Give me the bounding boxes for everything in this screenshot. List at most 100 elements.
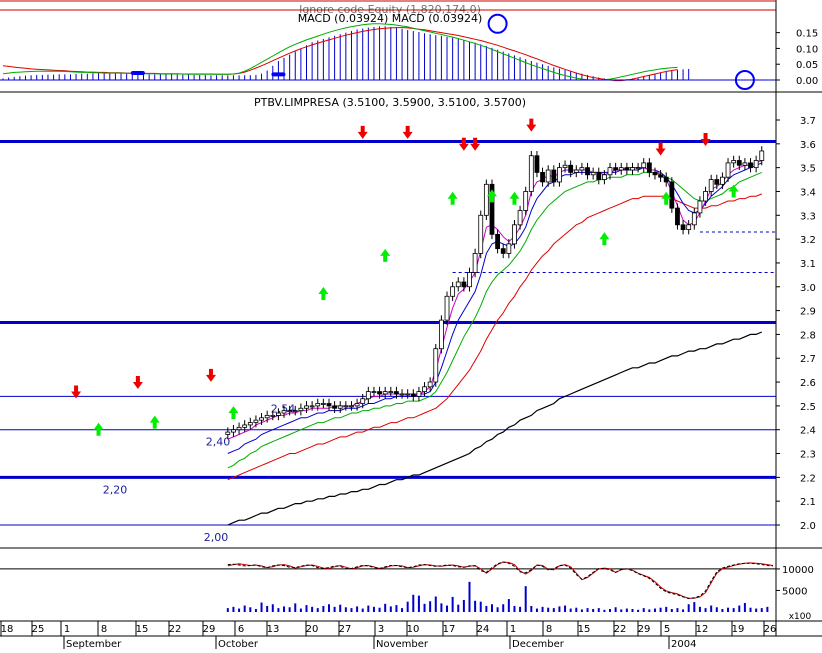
candle-body <box>337 405 343 409</box>
candle-body <box>534 155 540 173</box>
candle-body <box>736 160 742 166</box>
x-axis-day-label: 13 <box>267 624 280 635</box>
candle-body <box>304 405 309 409</box>
ma-long-line <box>227 331 763 526</box>
price-y-tick-label: 3.3 <box>800 211 816 222</box>
candle-body <box>349 405 354 408</box>
buy-arrow-icon <box>93 422 104 436</box>
price-level-label: 2,20 <box>103 483 128 496</box>
macd-y-tick-label: 0.10 <box>796 44 818 55</box>
sell-arrow-icon <box>205 368 216 382</box>
price-y-tick-label: 3.2 <box>800 235 816 246</box>
x-axis-day-label: 25 <box>32 624 45 635</box>
candle-body <box>259 417 264 421</box>
candle-body <box>517 210 523 226</box>
x-axis-day-label: 22 <box>169 624 182 635</box>
sell-arrow-icon <box>132 375 143 389</box>
macd-circle-marker <box>487 13 508 34</box>
candle-body <box>354 403 360 407</box>
candle-body <box>438 319 444 350</box>
candle-body <box>264 415 270 419</box>
oscillator-black-line <box>227 561 774 600</box>
buy-arrow-icon <box>728 184 739 198</box>
x-axis-day-label: 29 <box>203 624 216 635</box>
x-axis-day-label: 12 <box>696 624 709 635</box>
candle-body <box>416 391 422 397</box>
candle-body <box>472 253 478 273</box>
candle-body <box>742 162 748 166</box>
x-axis-day-label: 1 <box>510 624 516 635</box>
candle-body <box>315 403 321 407</box>
oscillator-red-line <box>227 561 774 599</box>
candle-body <box>276 412 281 416</box>
candle-body <box>663 176 669 183</box>
price-y-tick-label: 3.7 <box>800 116 816 127</box>
x-axis-day-label: 5 <box>664 624 670 635</box>
candle-body <box>427 381 433 388</box>
x-axis-month-label: December <box>512 639 565 649</box>
x-axis-day-label: 8 <box>101 624 107 635</box>
x-axis-day-label: 8 <box>546 624 552 635</box>
candle-body <box>506 243 512 254</box>
candle-body <box>287 410 293 413</box>
buy-arrow-icon <box>509 191 520 205</box>
price-title: PTBV.LIMPRESA (3.5100, 3.5900, 3.5100, 3… <box>254 96 526 109</box>
x-axis-month-label: September <box>66 639 122 649</box>
sell-arrow-icon <box>357 125 368 139</box>
candle-body <box>483 183 489 216</box>
candle-body <box>394 391 399 395</box>
candle-body <box>720 176 725 185</box>
candle-body <box>540 172 545 183</box>
candle-body <box>433 348 439 383</box>
buy-arrow-icon <box>228 406 239 420</box>
candle-body <box>618 167 624 171</box>
candle-body <box>253 419 259 423</box>
price-y-tick-label: 2.6 <box>800 378 816 389</box>
candle-body <box>450 286 456 297</box>
candle-body <box>270 415 276 417</box>
sell-arrow-icon <box>458 137 469 151</box>
x-axis: 18 25 1 8 15 22 29 6 13 20 27 3 10 17 24 1 8 15 22 29 5 12 19 2… <box>0 621 776 650</box>
candle-body <box>658 174 663 178</box>
price-y-tick-label: 2.5 <box>800 402 816 413</box>
candle-body <box>731 160 737 164</box>
candle-body <box>236 426 242 431</box>
candle-body <box>388 391 394 393</box>
candle-body <box>568 164 574 173</box>
x-axis-day-label: 19 <box>732 624 745 635</box>
candle-body <box>242 424 248 428</box>
price-y-tick-label: 2.2 <box>800 473 816 484</box>
candle-body <box>478 214 484 254</box>
candle-body <box>652 172 658 176</box>
chart-canvas: 0.000.050.100.15 2,542,402,202,002.02.12… <box>0 0 822 650</box>
price-y-tick-label: 2.3 <box>800 450 816 461</box>
candle-body <box>753 160 759 169</box>
candle-body <box>635 167 641 170</box>
candle-body <box>607 167 613 176</box>
candle-body <box>326 403 332 407</box>
candle-body <box>444 295 450 321</box>
candle-body <box>399 393 405 396</box>
price-y-tick-label: 2.1 <box>800 497 816 508</box>
candle-body <box>281 410 287 414</box>
x-axis-day-label: 15 <box>136 624 149 635</box>
candle-body <box>225 431 231 435</box>
candle-body <box>759 150 765 161</box>
candle-body <box>641 162 647 169</box>
candle-body <box>748 162 753 169</box>
price-y-tick-label: 2.8 <box>800 330 816 341</box>
osc-y-tick-label: 10000 <box>782 565 814 576</box>
candle-body <box>613 167 619 171</box>
x-axis-day-label: 6 <box>238 624 244 635</box>
candle-body <box>697 200 703 214</box>
chart-window: 0.00 0.05 0.10 0.15 2,54 2,40 2,20 2,00 2.0 2.1 2… <box>0 0 822 650</box>
x-axis-month-label: October <box>218 639 259 649</box>
price-y-tick-label: 2.9 <box>800 307 816 318</box>
candle-body <box>579 167 585 171</box>
macd-y-tick-label: 0.05 <box>796 60 818 71</box>
sell-arrow-icon <box>470 137 481 151</box>
candle-body <box>725 162 731 178</box>
chart-text-layer: Ignore code Equity (1,820,174.0) MACD (0… <box>254 3 812 622</box>
candle-body <box>405 393 411 396</box>
candle-body <box>675 207 680 226</box>
